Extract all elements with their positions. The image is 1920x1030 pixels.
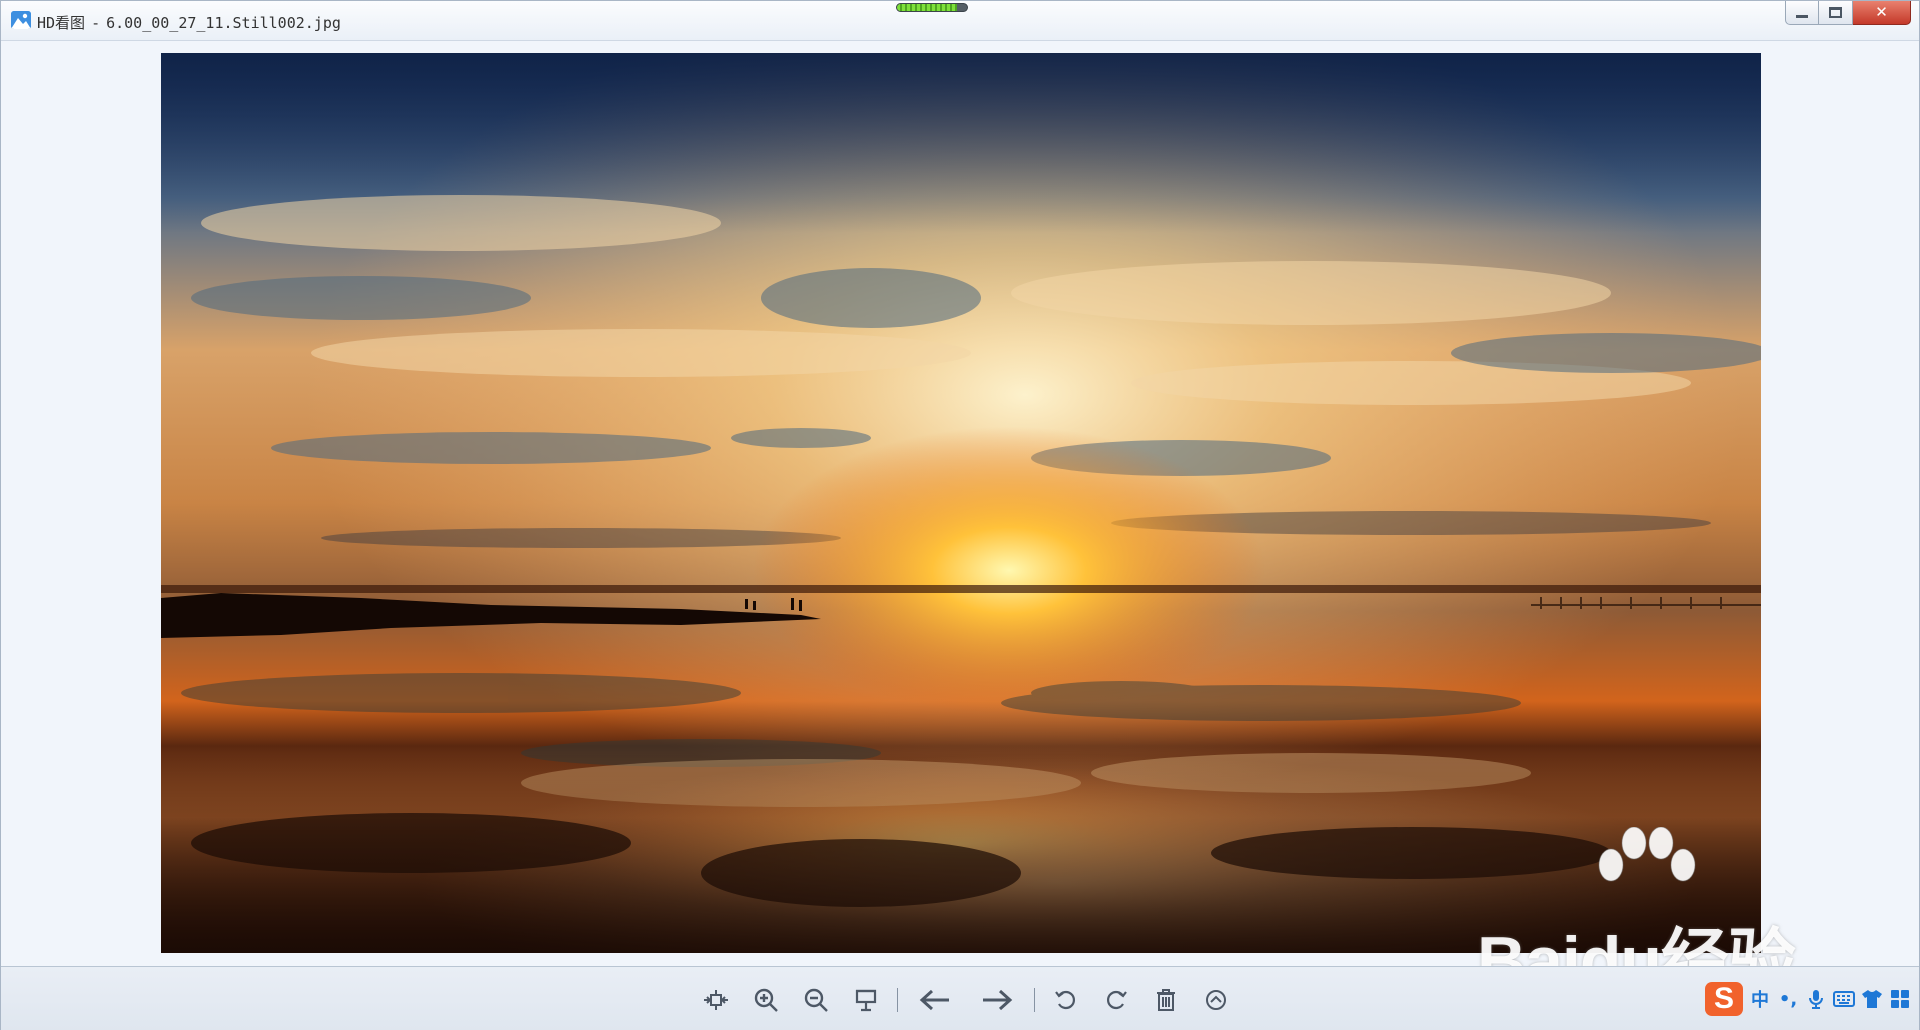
toolbar-divider xyxy=(897,988,898,1012)
next-button[interactable] xyxy=(966,985,1028,1015)
circle-up-icon xyxy=(1206,990,1226,1010)
toolbar-divider xyxy=(1034,988,1035,1012)
toolbar-buttons xyxy=(691,985,1241,1015)
trash-icon xyxy=(1157,989,1175,1011)
close-button[interactable]: ✕ xyxy=(1853,1,1911,25)
ime-toolbar: S 中 •, xyxy=(1705,982,1911,1016)
file-name: 6.00_00_27_11.Still002.jpg xyxy=(106,14,341,32)
ime-toolbox-button[interactable] xyxy=(1889,987,1911,1011)
skin-icon xyxy=(1862,990,1882,1008)
slideshow-button[interactable] xyxy=(841,985,891,1015)
displayed-photo[interactable] xyxy=(161,53,1761,953)
app-photo-icon xyxy=(11,11,31,29)
zoom-out-icon xyxy=(804,988,828,1012)
maximize-icon xyxy=(1829,7,1842,18)
bottom-toolbar: S 中 •, xyxy=(1,966,1919,1030)
arrow-right-icon xyxy=(983,989,1013,1011)
zoom-out-button[interactable] xyxy=(791,985,841,1015)
arrow-left-icon xyxy=(919,989,949,1011)
title-bar[interactable]: HD看图 -6.00_00_27_11.Still002.jpg ✕ xyxy=(1,1,1919,41)
rotate-left-button[interactable] xyxy=(1041,985,1091,1015)
microphone-icon xyxy=(1809,990,1823,1009)
window-controls: ✕ xyxy=(1785,1,1911,27)
image-canvas[interactable]: Baidu经验 jingyan.baidu.com xyxy=(1,41,1919,1026)
zoom-in-button[interactable] xyxy=(741,985,791,1015)
sogou-ime-logo[interactable]: S xyxy=(1705,982,1743,1016)
ime-skin-button[interactable] xyxy=(1861,987,1883,1011)
minimize-button[interactable] xyxy=(1785,1,1819,25)
sunset-lake-image xyxy=(161,53,1761,953)
ime-punctuation-toggle[interactable]: •, xyxy=(1777,987,1799,1011)
ime-keyboard-button[interactable] xyxy=(1833,987,1855,1011)
window-title: HD看图 -6.00_00_27_11.Still002.jpg xyxy=(37,12,341,33)
toolbox-icon xyxy=(1891,990,1909,1008)
more-button[interactable] xyxy=(1191,985,1241,1015)
zoom-in-icon xyxy=(754,988,778,1012)
slideshow-icon xyxy=(855,989,877,1012)
loading-progress-fill xyxy=(897,4,957,11)
app-name: HD看图 xyxy=(37,14,86,32)
fit-window-button[interactable] xyxy=(691,985,741,1015)
keyboard-icon xyxy=(1833,991,1855,1007)
minimize-icon xyxy=(1796,15,1808,18)
rotate-left-icon xyxy=(1055,990,1076,1010)
previous-button[interactable] xyxy=(904,985,966,1015)
image-viewer-window: HD看图 -6.00_00_27_11.Still002.jpg ✕ Baidu… xyxy=(0,0,1920,1030)
fit-to-window-icon xyxy=(704,990,728,1010)
ime-voice-button[interactable] xyxy=(1805,987,1827,1011)
close-icon: ✕ xyxy=(1875,3,1888,21)
ime-language-toggle[interactable]: 中 xyxy=(1749,987,1771,1011)
maximize-button[interactable] xyxy=(1819,1,1853,25)
rotate-right-icon xyxy=(1106,990,1127,1010)
delete-button[interactable] xyxy=(1141,985,1191,1015)
rotate-right-button[interactable] xyxy=(1091,985,1141,1015)
loading-progress-bar xyxy=(896,3,968,12)
title-separator: - xyxy=(91,14,101,32)
